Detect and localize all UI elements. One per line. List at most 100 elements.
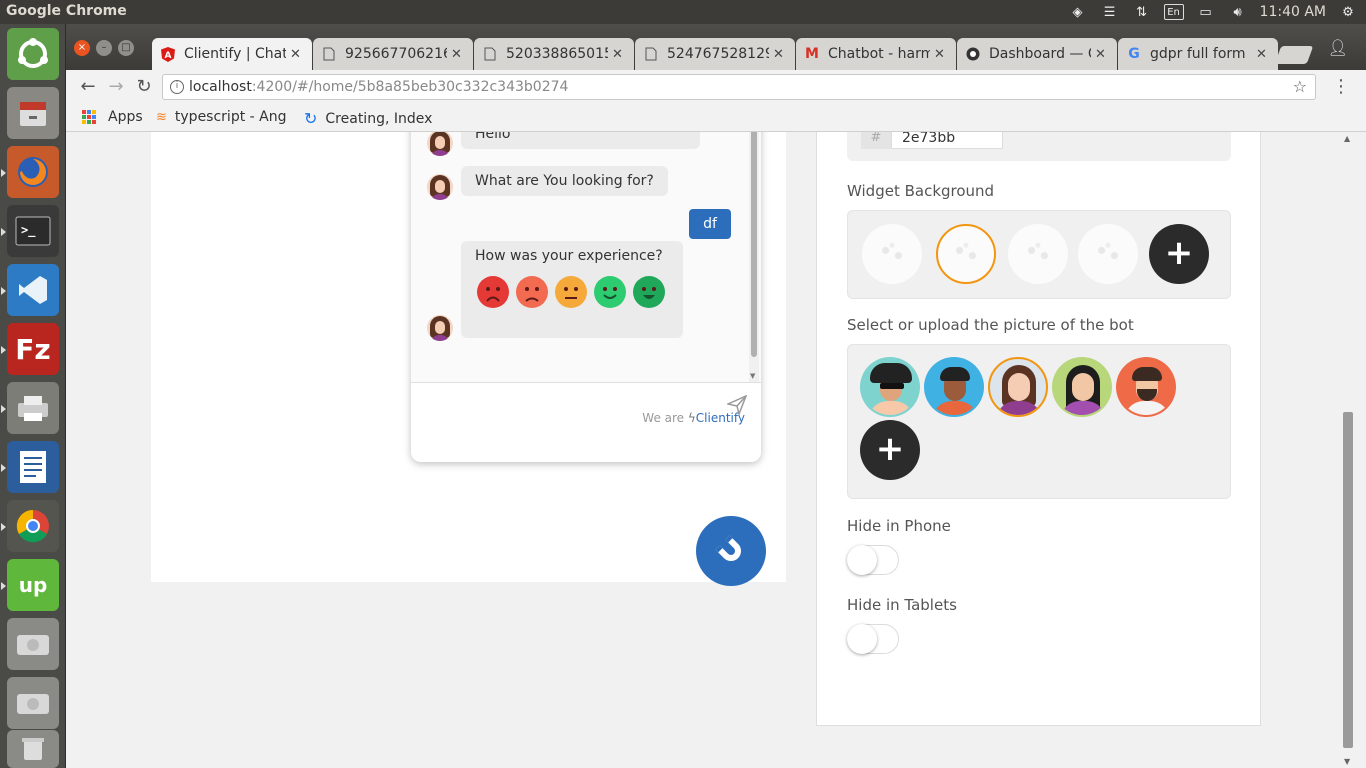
tab-clientify[interactable]: A Clientify | Chatb ✕ bbox=[152, 38, 312, 70]
window-close-button[interactable]: × bbox=[74, 40, 90, 56]
system-tray: ◈ ☰ ⇅ En ▭ 🔊︎ 11:40 AM ⚙ bbox=[1068, 2, 1358, 22]
apps-grid-icon bbox=[82, 110, 96, 124]
dropbox-icon[interactable]: ◈ bbox=[1068, 3, 1088, 21]
terminal-icon[interactable]: >_ bbox=[1, 205, 59, 257]
address-bar[interactable]: i localhost:4200/#/home/5b8a85beb30c332c… bbox=[162, 74, 1316, 100]
background-pattern-option[interactable] bbox=[1078, 224, 1138, 284]
battery-icon[interactable]: ▭ bbox=[1196, 3, 1216, 21]
hide-in-phone-toggle[interactable] bbox=[847, 545, 899, 575]
gmail-icon: M bbox=[805, 46, 819, 62]
tab-document[interactable]: 524767528129 ✕ bbox=[635, 38, 795, 70]
forward-arrow-icon[interactable]: → bbox=[104, 76, 128, 98]
add-background-button[interactable]: + bbox=[1149, 224, 1209, 284]
chat-messages[interactable]: Hello What are You looking for? df How w… bbox=[411, 132, 761, 382]
reload-icon[interactable]: ↻ bbox=[132, 76, 156, 98]
chrome-icon[interactable] bbox=[1, 500, 59, 552]
chrome-window: × – □ A Clientify | Chatb ✕ 925667706216… bbox=[66, 24, 1366, 768]
powered-brand[interactable]: Clientify bbox=[696, 411, 745, 425]
chat-launcher-button[interactable] bbox=[696, 516, 766, 586]
chrome-menu-icon[interactable]: ⋮ bbox=[1332, 76, 1350, 97]
network-icon[interactable]: ⇅ bbox=[1132, 3, 1152, 21]
back-arrow-icon[interactable]: ← bbox=[76, 76, 100, 98]
bookmark-label: Apps bbox=[108, 109, 143, 125]
lightning-icon: ϟ bbox=[687, 411, 696, 425]
bot-avatar-option[interactable] bbox=[1116, 357, 1176, 417]
close-icon[interactable]: ✕ bbox=[612, 47, 626, 62]
chat-scrollbar[interactable]: ▼ bbox=[749, 132, 759, 382]
tab-strip: × – □ A Clientify | Chatb ✕ 925667706216… bbox=[66, 24, 1366, 70]
sad-face-icon[interactable] bbox=[516, 276, 548, 308]
close-icon[interactable]: ✕ bbox=[451, 47, 465, 62]
printer-icon[interactable] bbox=[1, 382, 59, 434]
bot-picture-label: Select or upload the picture of the bot bbox=[847, 316, 1134, 334]
close-icon[interactable]: ✕ bbox=[934, 47, 948, 62]
scroll-up-arrow-icon[interactable]: ▲ bbox=[1344, 134, 1350, 143]
hide-in-tablets-toggle[interactable] bbox=[847, 624, 899, 654]
firefox-icon[interactable] bbox=[1, 146, 59, 198]
top-panel: Google Chrome ◈ ☰ ⇅ En ▭ 🔊︎ 11:40 AM ⚙ bbox=[0, 0, 1366, 24]
ubuntu-logo-icon[interactable] bbox=[7, 28, 59, 80]
very-happy-face-icon[interactable] bbox=[633, 276, 665, 308]
new-tab-button[interactable] bbox=[1274, 46, 1314, 64]
list-icon[interactable]: ☰ bbox=[1100, 3, 1120, 21]
tab-document[interactable]: 925667706216 ✕ bbox=[313, 38, 473, 70]
angry-face-icon[interactable] bbox=[477, 276, 509, 308]
google-icon: G bbox=[1128, 46, 1140, 62]
tab-dashboard[interactable]: Dashboard — C ✕ bbox=[957, 38, 1117, 70]
bookmark-creating-index[interactable]: ↻ Creating, Index bbox=[304, 109, 432, 128]
tab-label: gdpr full form bbox=[1150, 46, 1246, 62]
drive-icon[interactable] bbox=[7, 618, 59, 670]
close-icon[interactable]: ✕ bbox=[1256, 47, 1270, 62]
scroll-down-arrow-icon[interactable]: ▼ bbox=[1344, 757, 1350, 766]
writer-document-icon[interactable] bbox=[1, 441, 59, 493]
browser-toolbar: ← → ↻ i localhost:4200/#/home/5b8a85beb3… bbox=[66, 70, 1366, 104]
tab-label: 520338865015 bbox=[506, 46, 608, 62]
tab-label: 524767528129 bbox=[667, 46, 769, 62]
window-maximize-button[interactable]: □ bbox=[118, 40, 134, 56]
trash-icon[interactable] bbox=[7, 730, 59, 768]
drive-icon[interactable] bbox=[7, 677, 59, 729]
keyboard-layout-indicator[interactable]: En bbox=[1163, 4, 1184, 20]
window-minimize-button[interactable]: – bbox=[96, 40, 112, 56]
file-cabinet-icon[interactable] bbox=[7, 87, 59, 139]
bot-avatar-option[interactable] bbox=[860, 357, 920, 417]
tab-label: 925667706216 bbox=[345, 46, 447, 62]
scrollbar-thumb[interactable] bbox=[1343, 412, 1353, 748]
close-icon[interactable]: ✕ bbox=[773, 47, 787, 62]
background-pattern-option[interactable] bbox=[1008, 224, 1068, 284]
filezilla-icon[interactable]: Fz bbox=[1, 323, 59, 375]
close-icon[interactable]: ✕ bbox=[290, 47, 304, 62]
background-pattern-option[interactable] bbox=[862, 224, 922, 284]
upload-bot-picture-button[interactable]: + bbox=[860, 420, 920, 480]
bookmark-apps[interactable]: Apps bbox=[82, 109, 143, 125]
close-icon[interactable]: ✕ bbox=[1095, 47, 1109, 62]
url-host: localhost bbox=[189, 79, 252, 95]
color-hex-input[interactable]: 2e73bb bbox=[891, 132, 1003, 149]
bookmark-label: Creating, Index bbox=[325, 110, 433, 127]
tab-document[interactable]: 520338865015 ✕ bbox=[474, 38, 634, 70]
clock[interactable]: 11:40 AM bbox=[1260, 4, 1326, 20]
upwork-icon[interactable]: up bbox=[1, 559, 59, 611]
tab-gmail[interactable]: M Chatbot - harm ✕ bbox=[796, 38, 956, 70]
feedback-question: How was your experience? bbox=[475, 248, 663, 264]
happy-face-icon[interactable] bbox=[594, 276, 626, 308]
tab-google-search[interactable]: G gdpr full form ✕ bbox=[1118, 38, 1278, 70]
bookmark-typescript[interactable]: ≋ typescript - Ang bbox=[156, 109, 286, 125]
bot-avatar-option[interactable] bbox=[988, 357, 1048, 417]
chat-input-area[interactable]: We are ϟClientify bbox=[411, 382, 761, 462]
settings-gear-icon[interactable]: ⚙ bbox=[1338, 3, 1358, 21]
page-viewport: Hello What are You looking for? df How w… bbox=[66, 132, 1366, 768]
angular-icon: A bbox=[160, 46, 176, 62]
page-scrollbar[interactable]: ▲ ▼ bbox=[1342, 132, 1354, 768]
vscode-icon[interactable] bbox=[1, 264, 59, 316]
document-icon bbox=[482, 46, 498, 62]
magnet-icon bbox=[715, 535, 741, 561]
volume-icon[interactable]: 🔊︎ bbox=[1228, 3, 1248, 21]
bot-avatar-option[interactable] bbox=[1052, 357, 1112, 417]
background-pattern-option[interactable] bbox=[936, 224, 996, 284]
profile-icon[interactable]: 👤︎ bbox=[1328, 38, 1348, 57]
info-icon[interactable]: i bbox=[170, 80, 184, 94]
neutral-face-icon[interactable] bbox=[555, 276, 587, 308]
bookmark-star-icon[interactable]: ☆ bbox=[1293, 75, 1307, 99]
bot-avatar-option[interactable] bbox=[924, 357, 984, 417]
